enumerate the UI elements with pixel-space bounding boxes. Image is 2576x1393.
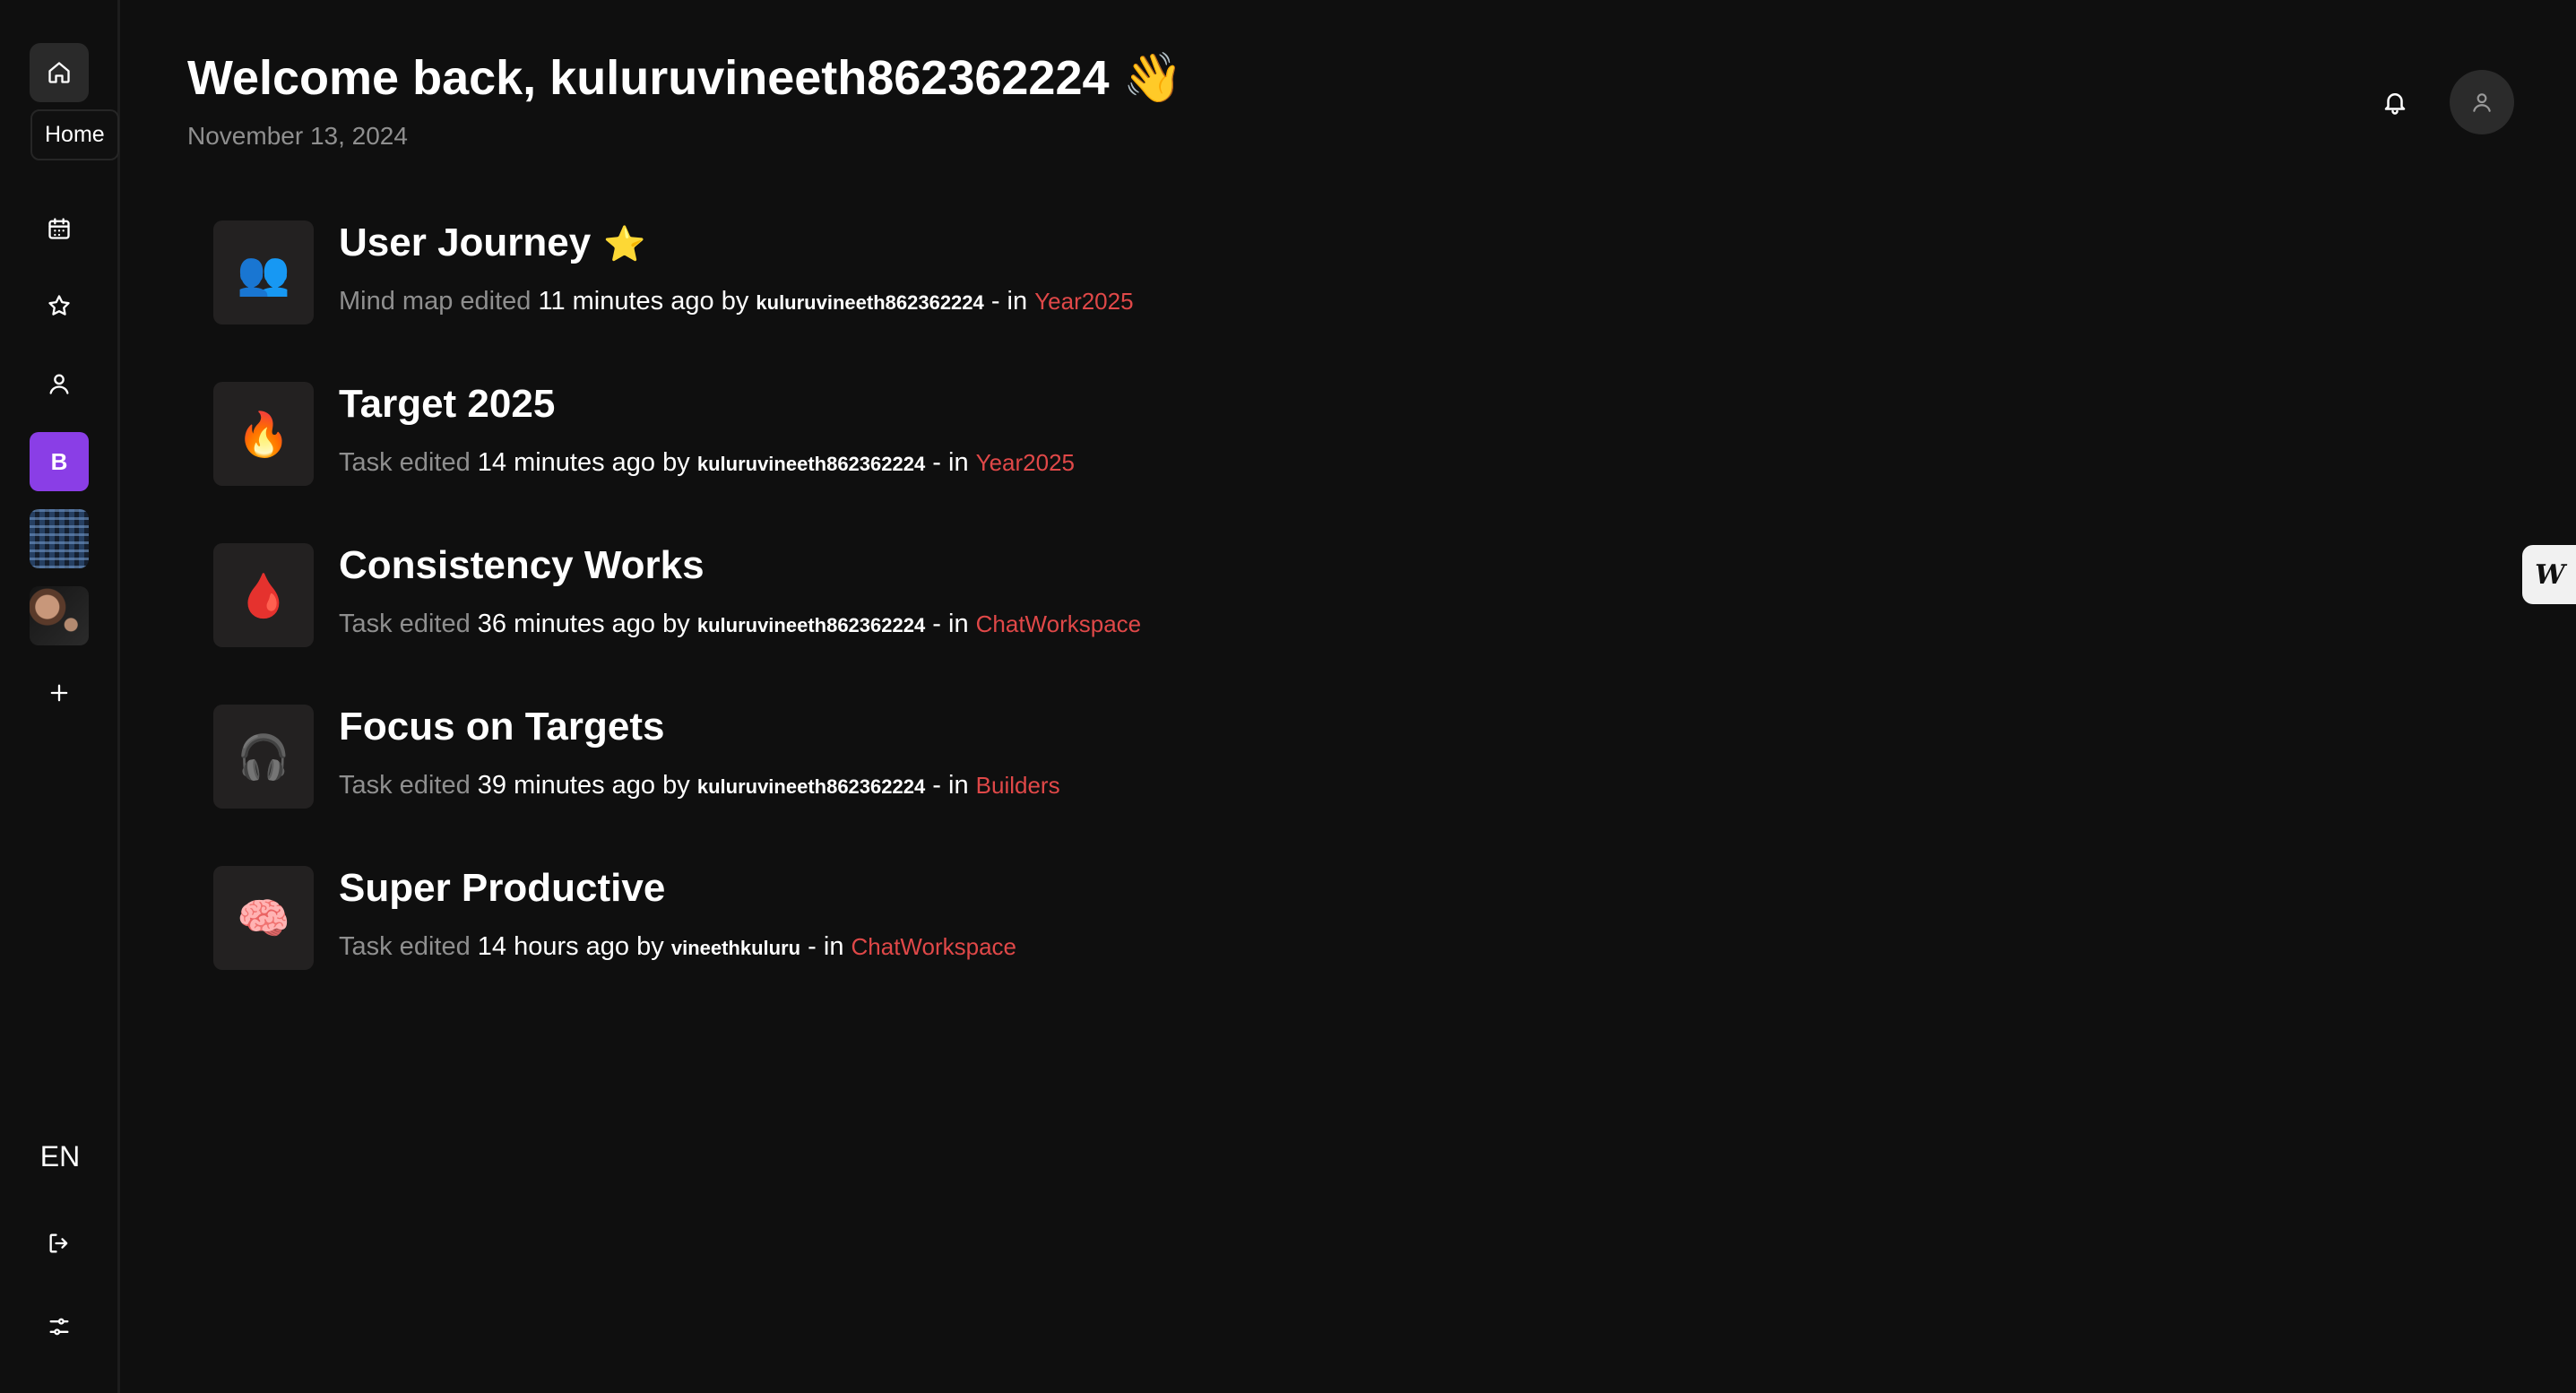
workspace-thumbnail[interactable] [30, 509, 89, 568]
activity-meta: Mind map edited 11 minutes ago by kuluru… [339, 287, 1134, 316]
logout-icon [49, 1233, 68, 1253]
notifications-button[interactable] [2375, 82, 2415, 122]
sidebar-item-favorites[interactable] [30, 276, 89, 335]
in-text: - in [932, 771, 969, 800]
by-text: by [662, 771, 690, 800]
sidebar-item-home[interactable] [30, 43, 89, 102]
activity-time: 14 hours ago [477, 932, 630, 961]
activity-item[interactable]: 🔥 Target 2025 Task edited 14 minutes ago… [213, 382, 1468, 486]
activity-title: Super Productive [339, 866, 666, 910]
activity-type: Mind map edited [339, 287, 532, 316]
activity-user: kuluruvineeth862362224 [756, 291, 984, 314]
user-icon [49, 374, 69, 394]
workspace-link[interactable]: Year2025 [1034, 288, 1133, 315]
add-workspace-button[interactable] [30, 663, 89, 722]
activity-type: Task edited [339, 771, 471, 800]
by-text: by [721, 287, 749, 316]
in-text: - in [932, 448, 969, 477]
activity-title: Consistency Works [339, 543, 705, 587]
activity-title: Focus on Targets [339, 705, 665, 748]
sidebar: Home B EN [0, 0, 120, 1393]
by-text: by [662, 448, 690, 477]
page-title: Welcome back, kuluruvineeth862362224 👋 [187, 51, 1183, 105]
star-icon: ⭐ [603, 226, 646, 264]
activity-user: kuluruvineeth862362224 [696, 614, 926, 636]
workspace-link[interactable]: ChatWorkspace [976, 610, 1142, 637]
sidebar-item-profile[interactable] [30, 354, 89, 413]
activity-item[interactable]: 👥 User Journey ⭐ Mind map edited 11 minut… [213, 221, 1468, 324]
activity-type: Task edited [339, 610, 471, 638]
language-selector[interactable]: EN [0, 1140, 120, 1173]
activity-title: Target 2025 [339, 382, 556, 426]
sidebar-item-calendar[interactable] [30, 199, 89, 258]
activity-meta: Task edited 14 minutes ago by kuluruvine… [339, 448, 1075, 478]
calendar-icon [48, 218, 70, 239]
activity-title: User Journey [339, 221, 592, 264]
activity-time: 11 minutes ago [538, 287, 714, 316]
activity-user: vineethkuluru [670, 937, 801, 959]
activity-meta: Task edited 14 hours ago by vineethkulur… [339, 932, 1016, 962]
in-text: - in [808, 932, 844, 961]
current-date: November 13, 2024 [187, 122, 408, 150]
people-icon: 👥 [213, 221, 314, 324]
user-avatar-button[interactable] [2450, 70, 2514, 134]
workspace-link[interactable]: Builders [976, 772, 1060, 799]
in-text: - in [990, 287, 1028, 316]
in-text: - in [932, 610, 969, 638]
user-icon [2473, 93, 2491, 112]
side-extension-tab[interactable]: W [2522, 545, 2576, 604]
activity-time: 39 minutes ago [477, 771, 656, 800]
logout-button[interactable] [30, 1214, 89, 1273]
activity-user: kuluruvineeth862362224 [696, 453, 926, 475]
headphones-icon: 🎧 [213, 705, 314, 809]
star-icon [48, 295, 70, 316]
activity-meta: Task edited 36 minutes ago by kuluruvine… [339, 610, 1141, 639]
activity-time: 14 minutes ago [477, 448, 656, 477]
workspace-badge[interactable]: B [30, 432, 89, 491]
activity-item[interactable]: 🧠 Super Productive Task edited 14 hours … [213, 866, 1468, 970]
drop-icon: 🩸 [213, 543, 314, 647]
settings-button[interactable] [30, 1297, 89, 1356]
home-icon [48, 62, 70, 83]
plus-icon [50, 684, 68, 702]
workspace-avatar-thumbnail[interactable] [30, 586, 89, 645]
activity-type: Task edited [339, 932, 471, 961]
fire-icon: 🔥 [213, 382, 314, 486]
activity-title-row: User Journey ⭐ [339, 221, 646, 265]
workspace-link[interactable]: Year2025 [976, 449, 1075, 476]
settings-sliders-icon [49, 1318, 69, 1336]
activity-time: 36 minutes ago [477, 610, 656, 638]
home-tooltip: Home [30, 109, 119, 160]
activity-item[interactable]: 🎧 Focus on Targets Task edited 39 minute… [213, 705, 1468, 809]
by-text: by [636, 932, 664, 961]
activity-user: kuluruvineeth862362224 [696, 775, 926, 798]
brain-icon: 🧠 [213, 866, 314, 970]
workspace-link[interactable]: ChatWorkspace [851, 933, 1017, 960]
activity-item[interactable]: 🩸 Consistency Works Task edited 36 minut… [213, 543, 1468, 647]
bell-icon [2384, 93, 2406, 115]
activity-type: Task edited [339, 448, 471, 477]
activity-meta: Task edited 39 minutes ago by kuluruvine… [339, 771, 1060, 800]
by-text: by [662, 610, 690, 638]
